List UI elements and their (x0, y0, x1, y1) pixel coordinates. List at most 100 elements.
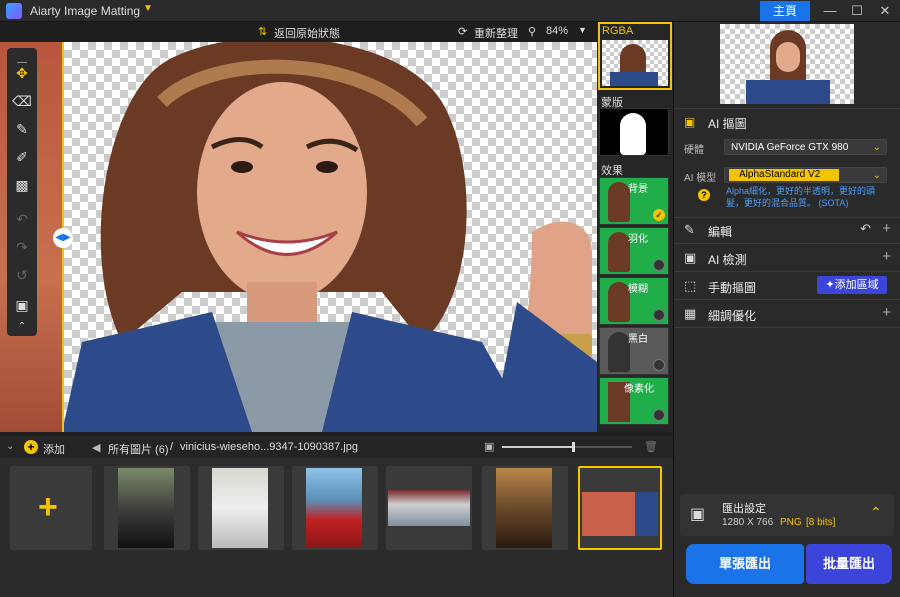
maximize-icon[interactable]: ☐ (845, 2, 869, 20)
effect-pixelate[interactable]: 像素化 (599, 377, 669, 425)
file-bar: ⌄ + 添加 ◀ 所有圖片 (6) / vinicius-wieseho...9… (0, 436, 673, 458)
current-filename: vinicius-wieseho...9347-1090387.jpg (180, 441, 358, 453)
chevron-down-icon: ⌄ (872, 170, 881, 181)
export-settings[interactable]: ▣ 匯出設定 1280 X 766 PNG [8 bits] ⌃ (680, 494, 894, 536)
effect-background[interactable]: 背景 ✓ (599, 177, 669, 225)
refine-icon: ▦ (684, 306, 697, 321)
export-title: 匯出設定 (722, 503, 766, 515)
title-bar: Aiarty Image Matting ▼ 主頁 — ☐ ✕ (0, 0, 900, 22)
effect-blur[interactable]: 模糊 (599, 277, 669, 325)
image-thumbnail[interactable] (386, 466, 472, 550)
back-to-original-button[interactable]: 返回原始狀態 (274, 25, 340, 41)
edit-row[interactable]: ✎ 編輯 ↶ + (674, 216, 900, 244)
add-region-label: 添加區域 (834, 279, 879, 291)
zoom-level[interactable]: 84% (546, 25, 568, 37)
close-icon[interactable]: ✕ (873, 2, 897, 20)
zoom-chevron-icon[interactable]: ▼ (578, 25, 587, 35)
radio-icon (653, 309, 665, 321)
radio-icon (653, 409, 665, 421)
hardware-select[interactable]: NVIDIA GeForce GTX 980 ⌄ (724, 139, 887, 155)
fit-screen-icon[interactable]: ▣ (10, 294, 34, 316)
trash-icon[interactable]: 🗑 (644, 440, 658, 453)
refine-row[interactable]: ▦ 細調優化 + (674, 300, 900, 328)
image-strip: + (0, 458, 673, 597)
image-thumbnail-selected[interactable] (578, 466, 662, 550)
move-tool-icon[interactable]: ✥ (10, 62, 34, 84)
app-title: Aiarty Image Matting (30, 4, 141, 18)
effect-label: 模糊 (628, 284, 648, 295)
ai-matting-section: ▣ AI 摳圖 硬體 NVIDIA GeForce GTX 980 ⌄ AI 模型… (674, 108, 900, 218)
reset-icon[interactable]: ↺ (10, 264, 34, 286)
zoom-icon[interactable]: ⚲ (528, 25, 536, 38)
undo-icon[interactable]: ↶ (860, 221, 871, 237)
refresh-icon[interactable]: ⟳ (458, 25, 467, 38)
result-preview (720, 24, 854, 104)
tool-palette: — ✥ ⌫ ✎ ✐ ▩ ↶ ↷ ↺ ▣ ⌃ (7, 48, 37, 336)
radio-icon (653, 359, 665, 371)
mask-thumbnail[interactable] (599, 108, 669, 156)
hardware-label: 硬體 (684, 145, 704, 156)
add-image-tile[interactable]: + (10, 466, 92, 550)
app-menu-chevron-icon[interactable]: ▼ (143, 3, 153, 14)
subject-cutout (62, 42, 597, 432)
path-separator: / (170, 441, 174, 453)
ai-detect-icon: ▣ (684, 250, 697, 265)
image-canvas[interactable]: ◀▶ (0, 42, 597, 432)
manual-matting-row[interactable]: ⬚ 手動摳圖 ✦添加區域 (674, 272, 900, 300)
expand-plus-icon[interactable]: + (882, 304, 891, 321)
expand-plus-icon[interactable]: + (882, 248, 891, 265)
canvas-toolbar: ⇅ 返回原始狀態 ⟳ 重新整理 ⚲ 84% ▼ (0, 22, 597, 42)
paint-tool-icon[interactable]: ✐ (10, 146, 34, 168)
compare-handle-icon[interactable]: ◀▶ (53, 228, 73, 248)
roller-tool-icon[interactable]: ▩ (10, 174, 34, 196)
export-size: 1280 X 766 (722, 517, 774, 528)
export-bits: [8 bits] (806, 517, 836, 528)
ai-matting-icon: ▣ (684, 115, 696, 129)
radio-icon (653, 259, 665, 271)
image-thumbnail[interactable] (198, 466, 284, 550)
undo-icon[interactable]: ↶ (10, 208, 34, 230)
effect-label: 背景 (628, 184, 648, 195)
add-region-button[interactable]: ✦添加區域 (817, 276, 887, 294)
effect-label: 黑白 (628, 334, 648, 345)
chevron-up-icon[interactable]: ⌃ (870, 504, 882, 521)
help-icon[interactable]: ? (698, 189, 710, 201)
model-select[interactable]: AlphaStandard V2 ⌄ (724, 167, 887, 183)
expand-plus-icon[interactable]: + (882, 220, 891, 237)
brush-tool-icon[interactable]: ✎ (10, 118, 34, 140)
single-export-button[interactable]: 單張匯出 (686, 544, 804, 584)
home-button[interactable]: 主頁 (760, 1, 810, 21)
image-thumbnail[interactable] (482, 466, 568, 550)
minimize-icon[interactable]: — (818, 2, 842, 20)
image-thumbnail[interactable] (104, 466, 190, 550)
monitor-settings-icon: ▣ (690, 506, 706, 523)
rgba-preview[interactable]: RGBA (598, 22, 672, 90)
all-images-link[interactable]: 所有圖片 (6) (108, 441, 169, 457)
swap-icon[interactable]: ⇅ (258, 25, 267, 38)
model-description: Alpha細化，更好的半透明，更好的頭髮，更好的混合品質。 (SOTA) (726, 186, 876, 208)
thumbnail-size-slider[interactable] (502, 442, 632, 452)
image-size-icon: ▣ (484, 441, 495, 453)
collapse-tools-icon[interactable]: ⌃ (10, 316, 34, 338)
add-icon[interactable]: + (24, 440, 38, 454)
rgba-label: RGBA (602, 25, 634, 37)
selected-check-icon: ✓ (653, 209, 665, 221)
image-thumbnail[interactable] (292, 466, 378, 550)
redo-icon[interactable]: ↷ (10, 236, 34, 258)
effect-feather[interactable]: 羽化 (599, 227, 669, 275)
model-label: AI 模型 (684, 173, 717, 184)
plus-icon: + (38, 488, 58, 526)
collapse-chevron-icon[interactable]: ⌄ (6, 441, 14, 452)
add-images-button[interactable]: 添加 (43, 441, 65, 457)
batch-export-button[interactable]: 批量匯出 (806, 544, 892, 584)
eraser-tool-icon[interactable]: ⌫ (10, 90, 34, 112)
model-value: AlphaStandard V2 (729, 169, 839, 181)
effect-grayscale[interactable]: 黑白 (599, 327, 669, 375)
ai-detect-row[interactable]: ▣ AI 檢測 + (674, 244, 900, 272)
refresh-button[interactable]: 重新整理 (474, 25, 518, 41)
selection-icon: ⬚ (684, 278, 697, 293)
export-format: PNG (780, 517, 802, 528)
back-arrow-icon[interactable]: ◀ (92, 441, 100, 454)
edit-label: 編輯 (708, 225, 733, 239)
hardware-value: NVIDIA GeForce GTX 980 (731, 142, 849, 153)
